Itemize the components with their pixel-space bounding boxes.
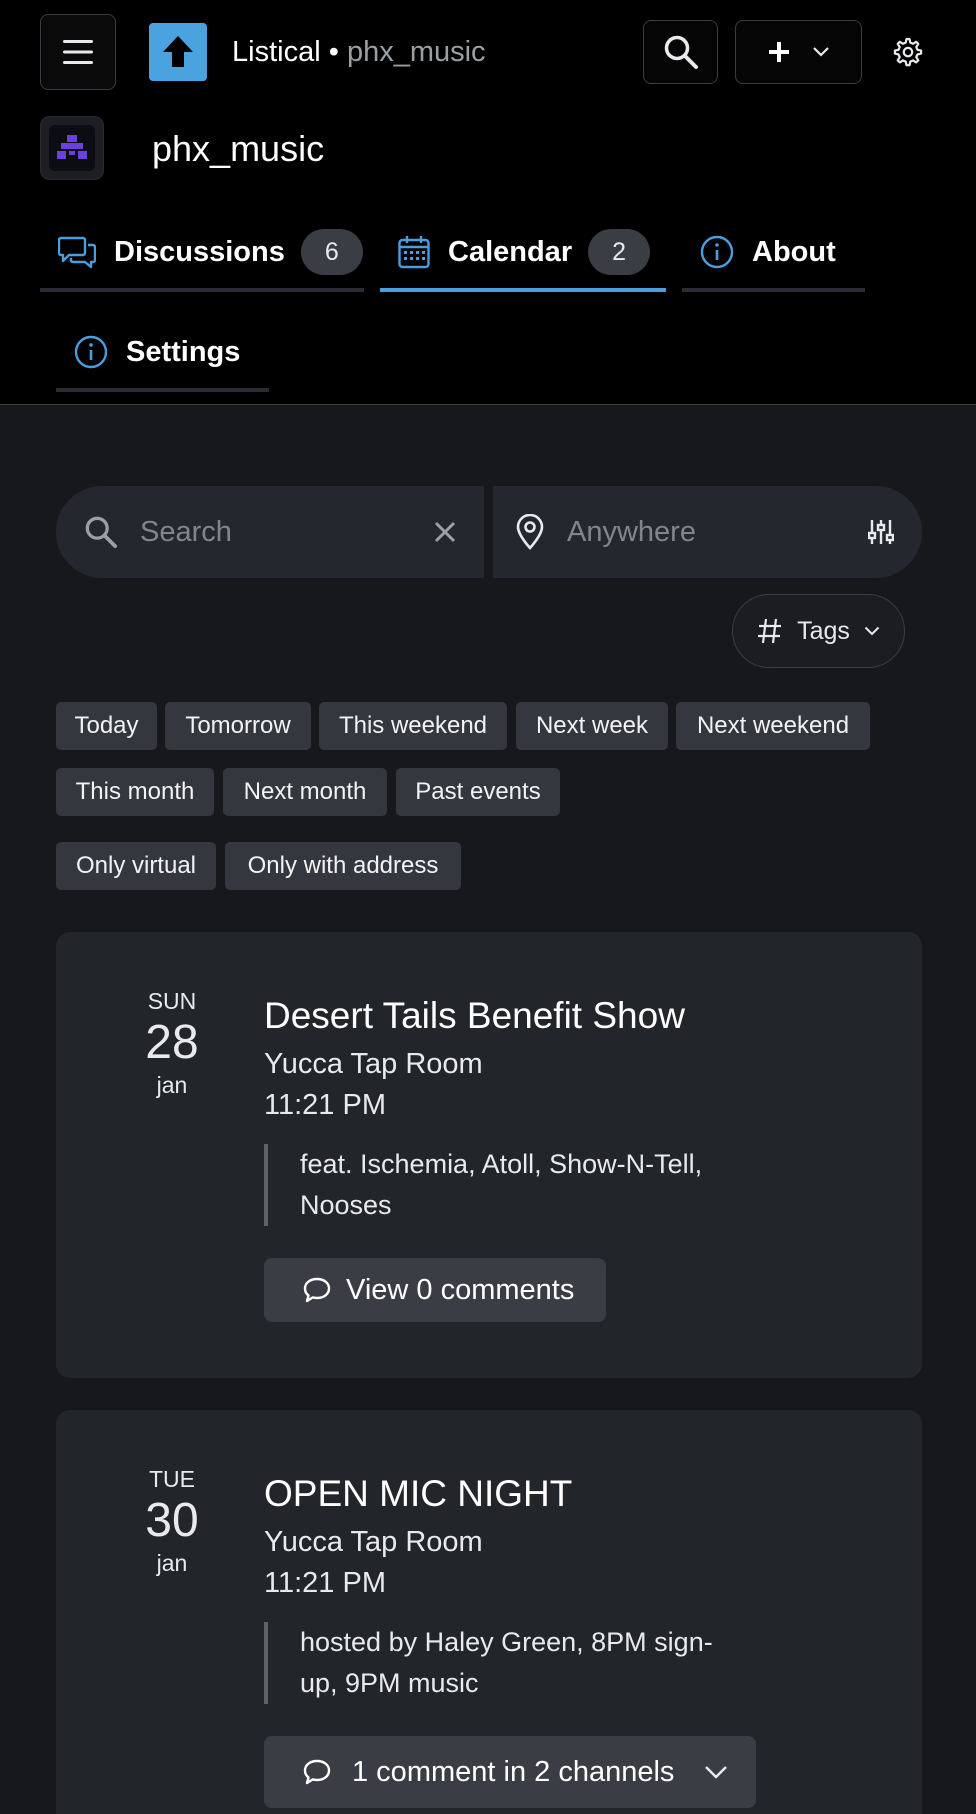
comments-channels-button[interactable]: 1 comment in 2 channels [264,1736,757,1808]
event-time: 11:21 PM [264,1089,386,1121]
comment-icon [303,1759,331,1785]
tab-discussions-label: Discussions [114,235,285,268]
tab-calendar-count: 2 [588,229,651,275]
comment-icon [303,1277,331,1303]
tags-label: Tags [797,616,850,645]
menu-icon [63,40,93,64]
upload-arrow-icon [163,36,193,67]
gear-icon [893,37,923,67]
chip-next-week[interactable]: Next week [516,702,668,750]
view-comments-button[interactable]: View 0 comments [264,1258,607,1322]
event-weekday: TUE [149,1466,195,1492]
filter-bar: Search Anywhere [56,486,922,578]
add-button[interactable] [735,20,862,84]
chevron-down-icon [864,626,880,636]
view-comments-label: View 0 comments [346,1273,575,1306]
forum-name: phx_music [152,128,325,169]
title-separator: • [328,36,339,68]
chip-only-with-address[interactable]: Only with address [225,842,461,890]
hash-icon [758,618,782,644]
event-card[interactable]: TUE 30 jan OPEN MIC NIGHT Yucca Tap Room… [56,1410,922,1814]
chip-tomorrow[interactable]: Tomorrow [165,702,311,750]
app-name: Listical [232,36,321,68]
event-title[interactable]: OPEN MIC NIGHT [264,1472,572,1516]
event-month: jan [156,1072,188,1098]
chip-next-weekend[interactable]: Next weekend [676,702,870,750]
sliders-icon[interactable] [868,518,894,546]
tags-dropdown[interactable]: Tags [732,594,905,668]
event-time: 11:21 PM [264,1567,386,1599]
chip-this-weekend[interactable]: This weekend [319,702,507,750]
event-day: 28 [145,1016,199,1069]
chip-past-events[interactable]: Past events [396,768,560,816]
search-field[interactable]: Search [56,486,484,578]
forum-avatar[interactable] [40,116,104,180]
search-icon [664,35,698,69]
tab-about[interactable]: About [682,212,865,292]
plus-icon [768,42,789,62]
tab-discussions[interactable]: Discussions 6 [40,212,364,292]
tab-discussions-count: 6 [300,229,363,275]
tab-about-label: About [752,235,836,268]
event-description-line: up, 9PM music [300,1668,479,1698]
forum-label: phx_music [346,36,486,68]
event-location: Yucca Tap Room [264,1048,483,1080]
location-input[interactable]: Anywhere [567,516,868,549]
chevron-down-icon [705,1766,728,1779]
app-logo[interactable] [149,23,207,81]
tab-calendar-label: Calendar [448,235,573,268]
event-description-line: Nooses [300,1190,392,1220]
event-date: TUE 30 jan [112,1465,232,1577]
chip-today[interactable]: Today [56,702,157,750]
tab-settings[interactable]: Settings [56,312,269,392]
event-title[interactable]: Desert Tails Benefit Show [264,994,685,1038]
tab-settings-label: Settings [126,335,241,368]
chevron-down-icon [812,47,829,57]
chip-next-month[interactable]: Next month [223,768,387,816]
search-icon [85,516,118,549]
chip-only-virtual[interactable]: Only virtual [56,842,216,890]
info-icon [74,335,108,369]
search-button[interactable] [643,20,718,84]
location-field[interactable]: Anywhere [493,486,922,578]
event-month: jan [156,1550,188,1576]
event-card[interactable]: SUN 28 jan Desert Tails Benefit Show Yuc… [56,932,922,1378]
event-location: Yucca Tap Room [264,1526,483,1558]
info-icon [700,235,734,269]
menu-button[interactable] [40,14,116,90]
event-description-line: hosted by Haley Green, 8PM sign- [300,1627,713,1657]
event-date: SUN 28 jan [112,987,232,1099]
event-description: hosted by Haley Green, 8PM sign- up, 9PM… [264,1622,784,1704]
event-description-line: feat. Ischemia, Atoll, Show-N-Tell, [300,1149,703,1179]
chip-this-month[interactable]: This month [56,768,214,816]
search-input[interactable]: Search [140,516,434,549]
forum-logo-glyph [57,135,87,159]
close-icon[interactable] [434,521,456,543]
event-description: feat. Ischemia, Atoll, Show-N-Tell, Noos… [264,1144,784,1226]
top-header: Listical • phx_music phx_music Discussio… [0,0,976,405]
app-title[interactable]: Listical • phx_music [232,34,486,70]
chat-bubbles-icon [58,236,96,269]
event-day: 30 [145,1494,199,1547]
tab-calendar[interactable]: Calendar 2 [380,212,666,292]
calendar-icon [398,236,430,269]
event-weekday: SUN [147,988,197,1014]
comments-channels-label: 1 comment in 2 channels [352,1755,675,1788]
map-pin-icon [516,514,544,550]
settings-gear-button[interactable] [884,28,932,76]
